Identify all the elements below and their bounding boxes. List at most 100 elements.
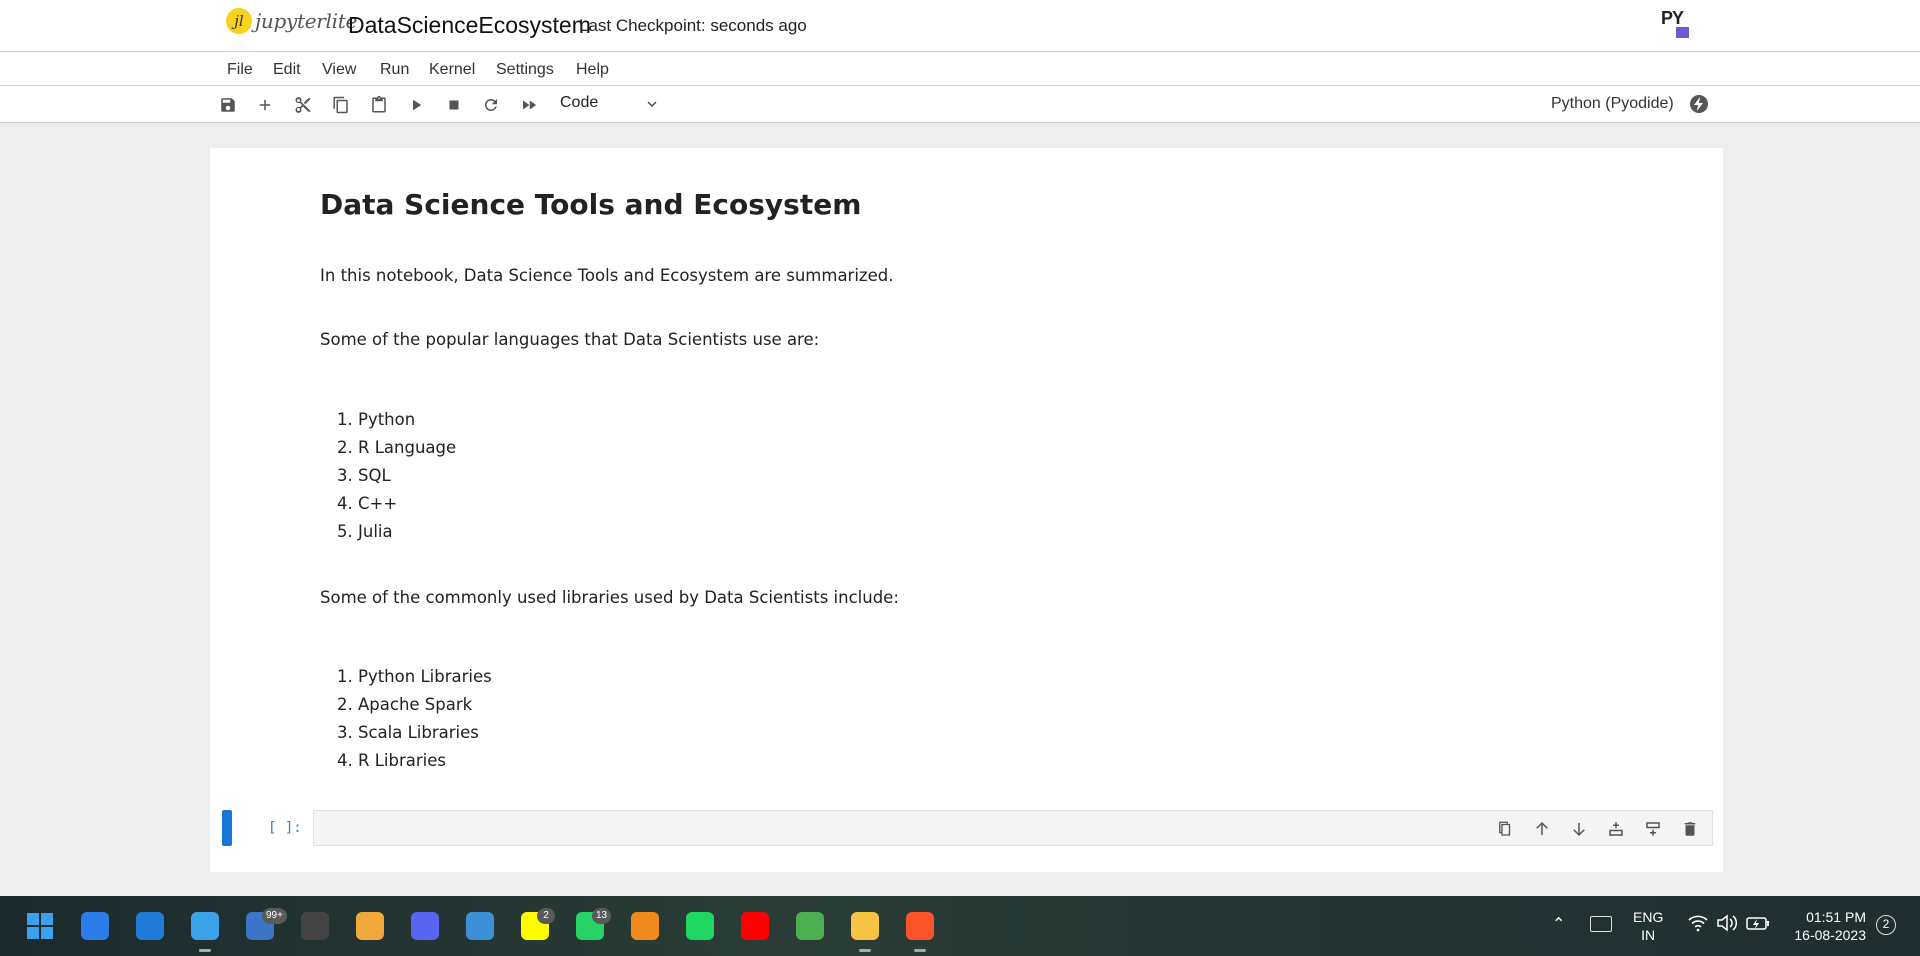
intro-text: In this notebook, Data Science Tools and… [320,266,894,285]
brave-glyph [906,912,934,940]
spotify-icon[interactable] [682,908,718,944]
photos-icon[interactable] [187,908,223,952]
stop-icon[interactable] [443,94,465,116]
todo-glyph [81,912,109,940]
app-badge: 2 [537,908,555,924]
pyodide-logo-text: PY [1661,8,1684,28]
snapchat-icon[interactable]: 2 [517,908,555,944]
pyodide-logo-badge [1676,27,1689,38]
copy-icon[interactable] [330,94,352,116]
keyboard-icon[interactable] [1590,916,1612,932]
wifi-icon[interactable] [1688,914,1708,937]
list-item: 3. Scala Libraries [337,723,479,742]
list-item: 3. SQL [337,466,391,485]
game-icon[interactable] [297,908,333,944]
languages-list: 1. Python 2. R Language 3. SQL 4. C++ 5.… [320,406,1620,546]
pyodide-logo: PY [1661,8,1691,40]
remote-desktop-icon[interactable] [462,908,498,944]
whatsapp-icon[interactable]: 13 [572,908,612,944]
language-code: ENG [1633,909,1664,925]
teams-icon[interactable]: 99+ [242,908,287,944]
windows-start-glyph [26,912,54,940]
notification-badge[interactable]: 2 [1876,915,1896,935]
restart-icon[interactable] [480,94,502,116]
code-cell-prompt: [ ]: [268,820,302,836]
battery-icon[interactable] [1746,915,1770,936]
menu-run[interactable]: Run [380,61,409,79]
menu-edit[interactable]: Edit [273,61,301,79]
notebook-toolbar: Code Python (Pyodide) [0,86,1920,123]
windows-taskbar: 99+ 2 13 ⌃ ENG IN 01:51 PM 16-08-2023 2 [0,896,1920,956]
save-icon[interactable] [217,94,239,116]
duplicate-cell-icon[interactable] [1494,818,1516,840]
move-up-icon[interactable] [1531,818,1553,840]
checkpoint-status: Last Checkpoint: seconds ago [579,16,807,35]
notebook-title[interactable]: DataScienceEcosystem [348,12,591,39]
menu-view[interactable]: View [322,61,356,79]
region-code: IN [1641,927,1656,943]
volume-icon[interactable] [1716,914,1738,937]
delete-cell-icon[interactable] [1679,818,1701,840]
todo-icon[interactable] [77,908,113,944]
menu-settings[interactable]: Settings [496,61,554,79]
jupyterlite-logo-mark: jl [226,8,252,34]
app-badge: 13 [592,908,612,924]
time-text: 01:51 PM [1806,909,1866,925]
youtube-icon[interactable] [737,908,773,944]
file-explorer-glyph [851,912,879,940]
menu-kernel[interactable]: Kernel [429,61,475,79]
cell-toolbar [1494,818,1701,840]
list-item: 2. R Language [337,438,457,457]
kernel-status-icon [1690,95,1708,113]
date-text: 16-08-2023 [1794,927,1866,943]
discord-icon[interactable] [407,908,443,944]
running-indicator [859,949,871,952]
discord-glyph [411,912,439,940]
app-badge: 99+ [262,908,287,924]
brave-icon[interactable] [902,908,938,952]
video-icon[interactable] [352,908,388,944]
spotify-glyph [686,912,714,940]
move-down-icon[interactable] [1568,818,1590,840]
top-header: jl jupyterlite DataScienceEcosystem Last… [0,0,1920,52]
running-indicator [199,949,211,952]
fast-forward-icon[interactable] [518,94,540,116]
game-glyph [301,912,329,940]
run-icon[interactable] [405,94,427,116]
vlc-glyph [631,912,659,940]
insert-below-icon[interactable] [1642,818,1664,840]
cut-icon[interactable] [292,94,314,116]
chrome-icon[interactable] [792,908,828,944]
running-indicator [914,949,926,952]
mail-icon[interactable] [132,908,168,944]
cell-type-value: Code [560,94,599,111]
language-indicator[interactable]: ENG IN [1633,908,1663,944]
youtube-glyph [741,912,769,940]
chevron-down-icon [647,101,657,107]
jupyterlite-logo-text: jupyterlite [255,9,357,33]
insert-above-icon[interactable] [1605,818,1627,840]
file-explorer-icon[interactable] [847,908,883,952]
active-cell-indicator [222,810,232,846]
menu-help[interactable]: Help [576,61,609,79]
list-item: 4. R Libraries [337,751,446,770]
cell-type-select[interactable]: Code [560,94,660,116]
languages-intro-text: Some of the popular languages that Data … [320,330,820,349]
remote-desktop-glyph [466,912,494,940]
list-item: 4. C++ [337,494,398,513]
windows-start-icon[interactable] [22,908,58,944]
list-item: 1. Python [337,410,416,429]
menu-bar: File Edit View Run Kernel Settings Help [0,52,1920,86]
vlc-icon[interactable] [627,908,663,944]
kernel-name[interactable]: Python (Pyodide) [1551,95,1674,113]
paste-icon[interactable] [368,94,390,116]
menu-file[interactable]: File [227,61,253,79]
libraries-intro-text: Some of the commonly used libraries used… [320,588,899,607]
libraries-list: 1. Python Libraries 2. Apache Spark 3. S… [320,663,1620,775]
jupyterlite-logo[interactable]: jl jupyterlite [226,8,357,34]
show-hidden-icons-icon[interactable]: ⌃ [1552,916,1565,934]
add-icon[interactable] [254,94,276,116]
chrome-glyph [796,912,824,940]
clock[interactable]: 01:51 PM 16-08-2023 [1788,908,1866,944]
mail-glyph [136,912,164,940]
